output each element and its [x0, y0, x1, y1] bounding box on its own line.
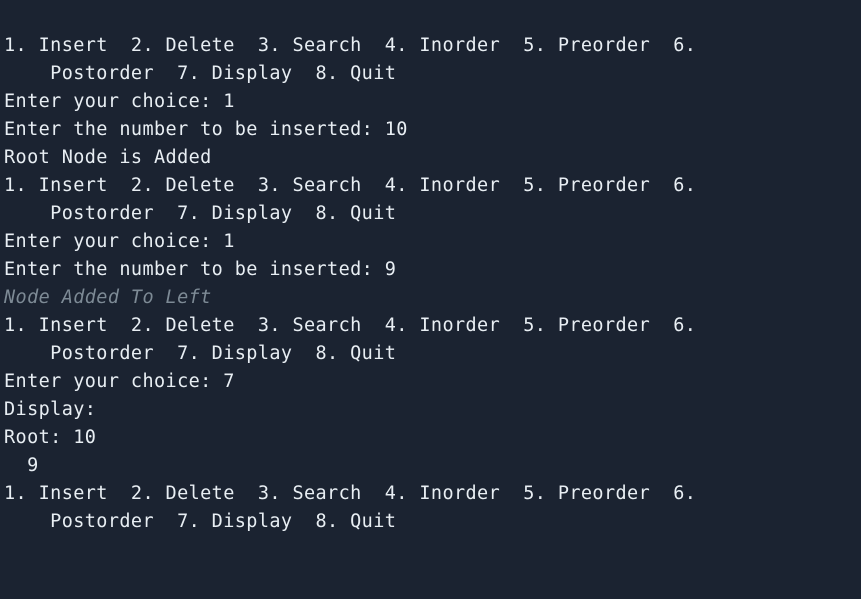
terminal-line: Enter the number to be inserted: 9: [4, 259, 396, 280]
terminal-line: Postorder 7. Display 8. Quit: [4, 511, 396, 532]
terminal-line: 9: [4, 455, 39, 476]
terminal-line: Enter your choice: 1: [4, 91, 235, 112]
terminal-line: Enter the number to be inserted: 10: [4, 119, 408, 140]
terminal-line: Enter your choice: 1: [4, 231, 235, 252]
terminal-line: Postorder 7. Display 8. Quit: [4, 203, 396, 224]
terminal-line: 1. Insert 2. Delete 3. Search 4. Inorder…: [4, 315, 696, 336]
terminal-line: Root Node is Added: [4, 147, 212, 168]
terminal-line: 1. Insert 2. Delete 3. Search 4. Inorder…: [4, 483, 696, 504]
terminal-line: Root: 10: [4, 427, 96, 448]
terminal-line: Postorder 7. Display 8. Quit: [4, 63, 396, 84]
terminal-line: 1. Insert 2. Delete 3. Search 4. Inorder…: [4, 175, 696, 196]
terminal-line: Enter your choice: 7: [4, 371, 235, 392]
terminal-line-info: Node Added To Left: [4, 287, 212, 308]
terminal-line: 1. Insert 2. Delete 3. Search 4. Inorder…: [4, 35, 696, 56]
terminal-output: 1. Insert 2. Delete 3. Search 4. Inorder…: [0, 0, 861, 540]
terminal-line: Postorder 7. Display 8. Quit: [4, 343, 396, 364]
terminal-line: Display:: [4, 399, 96, 420]
